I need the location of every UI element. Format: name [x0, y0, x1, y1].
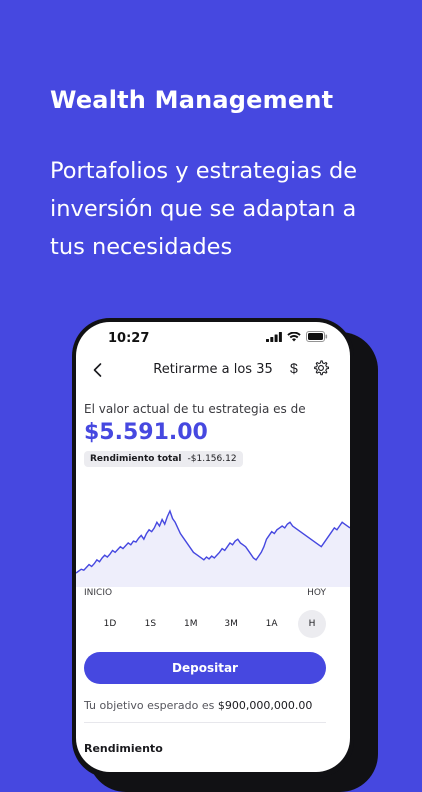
- status-bar: 10:27: [76, 322, 350, 352]
- currency-button[interactable]: $: [290, 360, 298, 376]
- gear-icon[interactable]: [312, 359, 330, 377]
- deposit-button[interactable]: Depositar: [84, 652, 326, 684]
- promo-title: Wealth Management: [50, 86, 334, 114]
- battery-icon: [306, 331, 328, 342]
- axis-start-label: INICIO: [84, 588, 113, 598]
- promo-subtitle: Portafolios y estrategias de inversión q…: [50, 158, 358, 260]
- goal-prefix: Tu objetivo esperado es: [84, 699, 215, 712]
- range-1a[interactable]: 1A: [258, 610, 286, 638]
- range-h[interactable]: H: [297, 610, 326, 638]
- chart-area: [76, 511, 350, 587]
- section-label: Rendimiento: [84, 742, 163, 755]
- divider: [84, 722, 326, 723]
- phone-screen: 10:27 Retirarme a los 35 $ El valor actu…: [76, 322, 350, 772]
- goal-text: Tu objetivo esperado es $900,000,000.00: [84, 699, 312, 712]
- goal-amount: $900,000,000.00: [217, 699, 313, 712]
- performance-badge: Rendimiento total -$1.156.12: [84, 451, 243, 467]
- performance-value: -$1.156.12: [187, 454, 237, 464]
- nav-bar: Retirarme a los 35 $: [76, 356, 350, 384]
- status-icons: [266, 331, 328, 342]
- signal-icon: [266, 331, 282, 342]
- value-label: El valor actual de tu estrategia es de: [84, 402, 306, 416]
- status-time: 10:27: [108, 331, 150, 346]
- wifi-icon: [287, 331, 301, 341]
- page-title: Retirarme a los 35: [153, 362, 273, 377]
- value-amount: $5.591.00: [84, 420, 208, 445]
- range-3m[interactable]: 3M: [217, 610, 245, 638]
- portfolio-chart[interactable]: [76, 477, 350, 587]
- axis-end-label: HOY: [307, 588, 326, 598]
- range-1d[interactable]: 1D: [96, 610, 124, 638]
- performance-label: Rendimiento total: [90, 454, 182, 464]
- range-1m[interactable]: 1M: [177, 610, 205, 638]
- range-selector: 1D 1S 1M 3M 1A H: [96, 610, 326, 638]
- range-1s[interactable]: 1S: [136, 610, 164, 638]
